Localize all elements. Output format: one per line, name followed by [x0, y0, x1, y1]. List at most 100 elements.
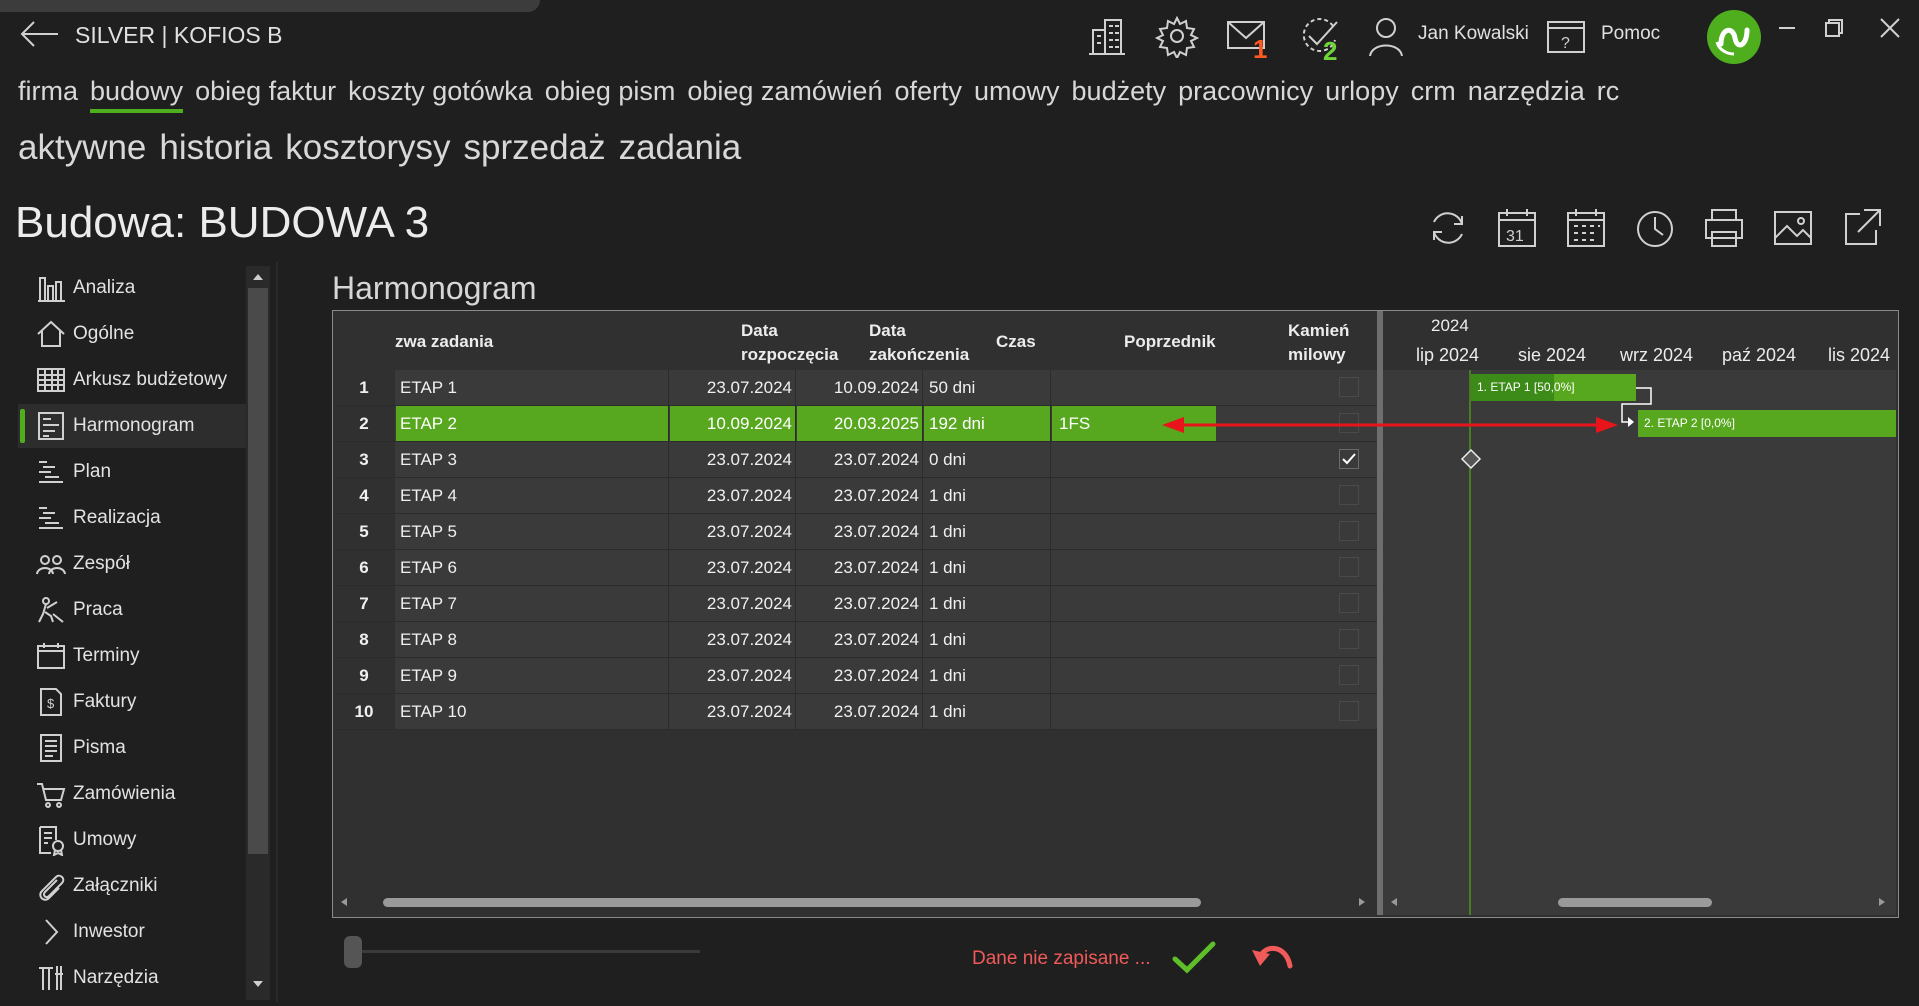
cell-duration[interactable]: 0 dni: [924, 442, 1051, 477]
save-confirm-button[interactable]: [1172, 940, 1216, 976]
open-external-icon[interactable]: [1838, 204, 1886, 252]
subnav-kosztorysy[interactable]: kosztorysy: [285, 128, 450, 168]
zoom-slider-handle[interactable]: [344, 936, 362, 968]
cell-task-name[interactable]: ETAP 9: [396, 658, 669, 693]
back-arrow-icon[interactable]: [18, 18, 60, 50]
cell-predecessor[interactable]: [1052, 658, 1216, 693]
cell-task-name[interactable]: ETAP 6: [396, 550, 669, 585]
header-start-date[interactable]: Data rozpoczęcia: [741, 319, 838, 367]
milestone-checkbox[interactable]: [1339, 629, 1359, 649]
table-row[interactable]: 7 ETAP 7 23.07.2024 23.07.2024 1 dni: [333, 586, 1377, 622]
user-avatar-icon[interactable]: [1364, 14, 1408, 58]
table-row[interactable]: 1 ETAP 1 23.07.2024 10.09.2024 50 dni: [333, 370, 1377, 406]
cell-duration[interactable]: 192 dni: [924, 406, 1051, 441]
nav-pracownicy[interactable]: pracownicy: [1178, 76, 1313, 113]
sidebar-item-pisma[interactable]: Pisma: [18, 726, 246, 770]
sidebar-item-zespol[interactable]: Zespół: [18, 542, 246, 586]
cell-duration[interactable]: 1 dni: [924, 550, 1051, 585]
subnav-zadania[interactable]: zadania: [619, 128, 742, 168]
print-icon[interactable]: [1700, 204, 1748, 252]
nav-budzety[interactable]: budżety: [1072, 76, 1167, 113]
cell-end-date[interactable]: 23.07.2024: [797, 622, 923, 657]
restore-icon[interactable]: [1818, 12, 1850, 44]
cell-duration[interactable]: 1 dni: [924, 658, 1051, 693]
cell-start-date[interactable]: 23.07.2024: [670, 622, 796, 657]
nav-koszty-gotowka[interactable]: koszty gotówka: [348, 76, 533, 113]
header-task-name[interactable]: zwa zadania: [395, 330, 493, 354]
gantt-scroll-thumb[interactable]: [1558, 898, 1712, 907]
user-name[interactable]: Jan Kowalski: [1418, 23, 1529, 45]
table-row[interactable]: 8 ETAP 8 23.07.2024 23.07.2024 1 dni: [333, 622, 1377, 658]
gantt-bar-etap-2[interactable]: 2. ETAP 2 [0,0%]: [1638, 410, 1896, 437]
header-duration[interactable]: Czas: [996, 330, 1036, 354]
image-export-icon[interactable]: [1769, 204, 1817, 252]
cell-predecessor[interactable]: [1052, 694, 1216, 729]
cell-predecessor[interactable]: [1052, 550, 1216, 585]
sidebar-item-zalaczniki[interactable]: Załączniki: [18, 864, 246, 908]
sidebar-item-plan[interactable]: Plan: [18, 450, 246, 494]
cell-start-date[interactable]: 23.07.2024: [670, 478, 796, 513]
company-building-icon[interactable]: [1085, 14, 1129, 58]
table-row[interactable]: 10 ETAP 10 23.07.2024 23.07.2024 1 dni: [333, 694, 1377, 730]
milestone-checkbox[interactable]: [1339, 521, 1359, 541]
sidebar-item-umowy[interactable]: Umowy: [18, 818, 246, 862]
calendar-month-icon[interactable]: [1562, 204, 1610, 252]
cell-duration[interactable]: 50 dni: [924, 370, 1051, 405]
minimize-icon[interactable]: [1771, 12, 1803, 44]
cell-end-date[interactable]: 23.07.2024: [797, 694, 923, 729]
gantt-bar-etap-1[interactable]: 1. ETAP 1 [50,0%]: [1471, 374, 1636, 401]
header-milestone[interactable]: Kamień milowy: [1288, 319, 1349, 367]
nav-firma[interactable]: firma: [18, 76, 78, 113]
cell-start-date[interactable]: 23.07.2024: [670, 514, 796, 549]
milestone-checkbox[interactable]: [1339, 377, 1359, 397]
cell-start-date[interactable]: 23.07.2024: [670, 370, 796, 405]
cell-task-name[interactable]: ETAP 5: [396, 514, 669, 549]
milestone-checkbox[interactable]: [1339, 665, 1359, 685]
milestone-checkbox-checked[interactable]: [1339, 449, 1359, 469]
header-end-date[interactable]: Data zakończenia: [869, 319, 969, 367]
cell-task-name[interactable]: ETAP 8: [396, 622, 669, 657]
cell-end-date[interactable]: 23.07.2024: [797, 478, 923, 513]
milestone-diamond-icon[interactable]: [1460, 448, 1482, 470]
cell-predecessor[interactable]: [1052, 370, 1216, 405]
nav-crm[interactable]: crm: [1411, 76, 1456, 113]
nav-oferty[interactable]: oferty: [894, 76, 962, 113]
table-row[interactable]: 9 ETAP 9 23.07.2024 23.07.2024 1 dni: [333, 658, 1377, 694]
zoom-slider-track[interactable]: [345, 950, 700, 953]
cell-duration[interactable]: 1 dni: [924, 514, 1051, 549]
cell-task-name[interactable]: ETAP 10: [396, 694, 669, 729]
table-row[interactable]: 3 ETAP 3 23.07.2024 23.07.2024 0 dni: [333, 442, 1377, 478]
refresh-icon[interactable]: [1424, 204, 1472, 252]
table-row[interactable]: 4 ETAP 4 23.07.2024 23.07.2024 1 dni: [333, 478, 1377, 514]
cell-end-date[interactable]: 23.07.2024: [797, 442, 923, 477]
cell-predecessor[interactable]: [1052, 622, 1216, 657]
cell-task-name[interactable]: ETAP 4: [396, 478, 669, 513]
cell-start-date[interactable]: 23.07.2024: [670, 442, 796, 477]
nav-rcp[interactable]: rcp: [1597, 76, 1620, 113]
sidebar-item-faktury[interactable]: $ Faktury: [18, 680, 246, 724]
sidebar-item-ogolne[interactable]: Ogólne: [18, 312, 246, 356]
sidebar-item-harmonogram[interactable]: Harmonogram: [18, 404, 246, 448]
cell-duration[interactable]: 1 dni: [924, 586, 1051, 621]
cell-end-date[interactable]: 23.07.2024: [797, 658, 923, 693]
grid-scroll-thumb[interactable]: [383, 898, 1201, 907]
undo-button[interactable]: [1250, 940, 1294, 976]
milestone-checkbox[interactable]: [1339, 701, 1359, 721]
cell-predecessor[interactable]: [1052, 442, 1216, 477]
close-icon[interactable]: [1874, 12, 1906, 44]
nav-obieg-pism[interactable]: obieg pism: [545, 76, 676, 113]
cell-end-date[interactable]: 20.03.2025: [797, 406, 923, 441]
sidebar-item-realizacja[interactable]: Realizacja: [18, 496, 246, 540]
cell-start-date[interactable]: 23.07.2024: [670, 658, 796, 693]
milestone-checkbox[interactable]: [1339, 593, 1359, 613]
sidebar-item-arkusz-budzetowy[interactable]: Arkusz budżetowy: [18, 358, 246, 402]
sidebar-item-praca[interactable]: Praca: [18, 588, 246, 632]
cell-start-date[interactable]: 10.09.2024: [670, 406, 796, 441]
cell-task-name[interactable]: ETAP 2: [396, 406, 669, 441]
cell-predecessor[interactable]: [1052, 514, 1216, 549]
nav-umowy[interactable]: umowy: [974, 76, 1060, 113]
sidebar-item-narzedzia[interactable]: Narzędzia: [18, 956, 246, 1000]
cell-end-date[interactable]: 10.09.2024: [797, 370, 923, 405]
cell-task-name[interactable]: ETAP 1: [396, 370, 669, 405]
cell-start-date[interactable]: 23.07.2024: [670, 586, 796, 621]
